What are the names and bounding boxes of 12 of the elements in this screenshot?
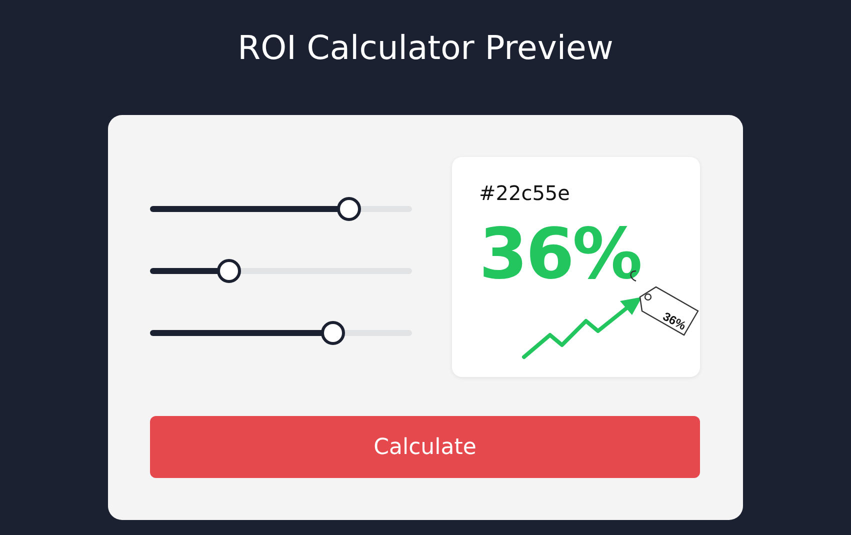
trend-arrow-icon: [522, 297, 642, 359]
slider-track[interactable]: [150, 259, 412, 283]
page-title: ROI Calculator Preview: [238, 28, 614, 68]
color-code: #22c55e: [479, 180, 571, 207]
slider-thumb[interactable]: [337, 197, 362, 221]
roi-value: 36%: [479, 215, 642, 293]
slider-thumb[interactable]: [321, 321, 346, 345]
slider-track[interactable]: [150, 197, 412, 221]
calculate-button[interactable]: Calculate: [150, 416, 700, 478]
slider-track[interactable]: [150, 321, 412, 345]
slider-thumb[interactable]: [216, 259, 241, 283]
tag-label: 36%: [660, 309, 688, 333]
